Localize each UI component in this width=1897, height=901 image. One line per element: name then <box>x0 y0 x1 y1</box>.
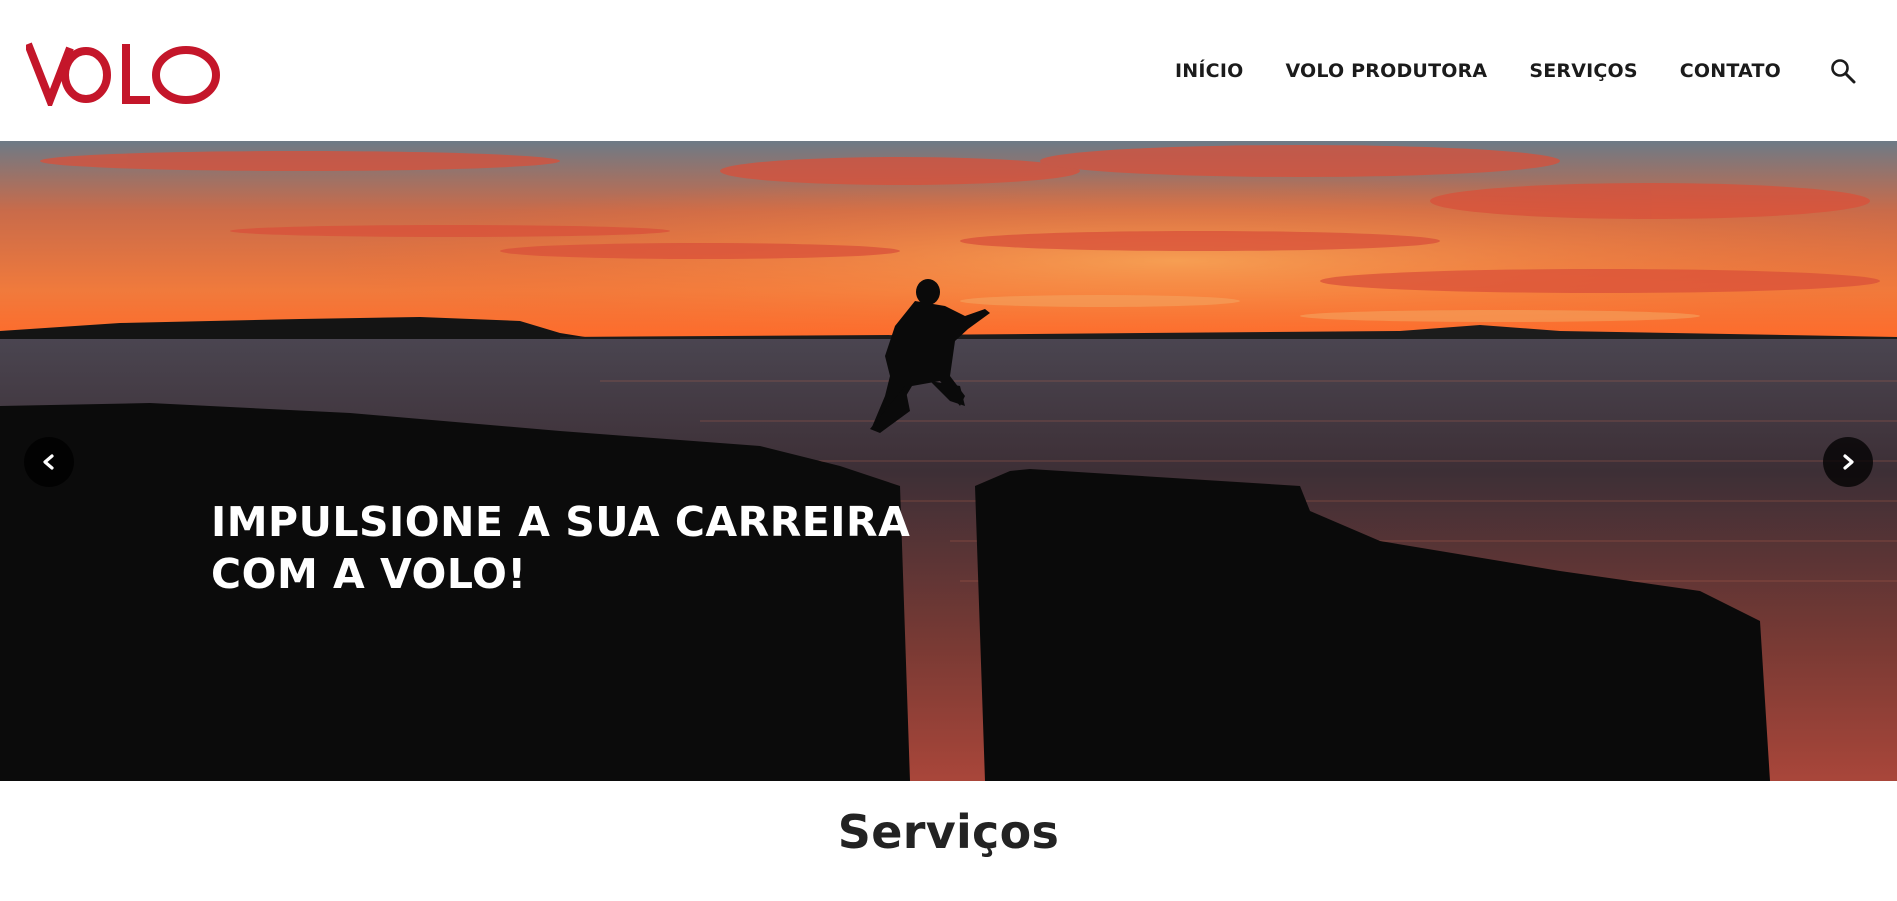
nav-item-volo-produtora[interactable]: VOLO PRODUTORA <box>1285 60 1487 82</box>
search-button[interactable] <box>1829 57 1857 85</box>
hero-background-image <box>0 141 1897 781</box>
volo-logo[interactable] <box>26 40 222 106</box>
nav-item-servicos[interactable]: SERVIÇOS <box>1529 60 1637 82</box>
chevron-left-icon <box>43 454 54 470</box>
chevron-right-icon <box>1843 454 1854 470</box>
nav-item-inicio[interactable]: INÍCIO <box>1175 60 1243 82</box>
slider-next-button[interactable] <box>1823 437 1873 487</box>
search-icon <box>1831 58 1856 83</box>
hero-title-line-1: IMPULSIONE A SUA CARREIRA <box>211 498 911 546</box>
main-nav: INÍCIO VOLO PRODUTORA SERVIÇOS CONTATO <box>1133 0 1897 141</box>
slider-prev-button[interactable] <box>24 437 74 487</box>
hero-title: IMPULSIONE A SUA CARREIRA COM A VOLO! <box>211 496 911 600</box>
hero-slider: IMPULSIONE A SUA CARREIRA COM A VOLO! <box>0 141 1897 781</box>
site-header: INÍCIO VOLO PRODUTORA SERVIÇOS CONTATO <box>0 0 1897 141</box>
section-title-servicos: Serviços <box>837 805 1060 859</box>
nav-item-contato[interactable]: CONTATO <box>1680 60 1781 82</box>
hero-title-line-2: COM A VOLO! <box>211 550 527 598</box>
